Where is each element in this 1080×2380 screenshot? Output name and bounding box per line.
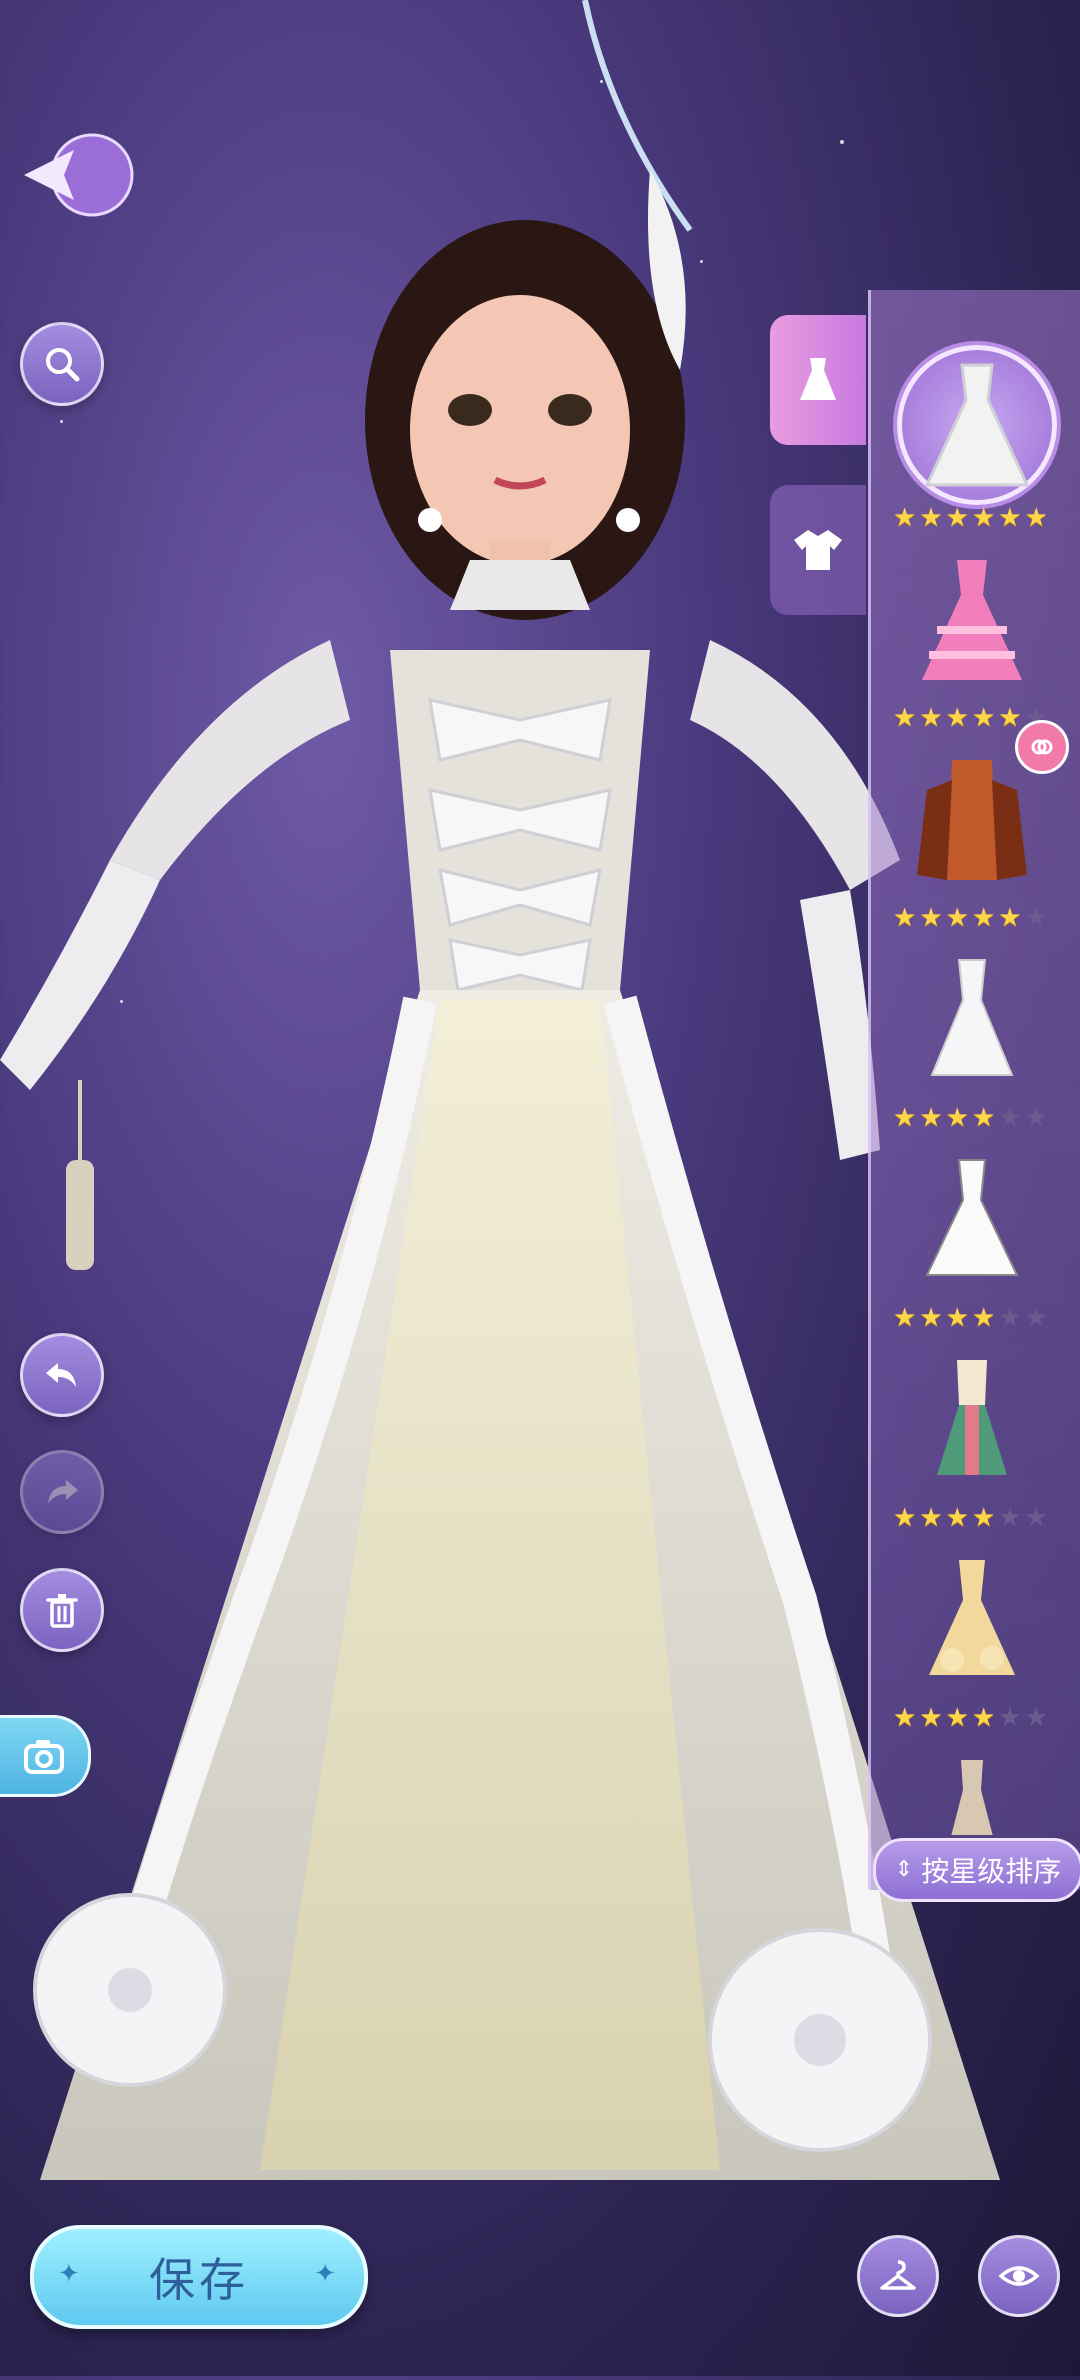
- view-button[interactable]: [978, 2235, 1060, 2317]
- star-filled-icon: ★: [893, 1303, 917, 1333]
- star-filled-icon: ★: [998, 903, 1022, 933]
- star-filled-icon: ★: [971, 703, 996, 733]
- item-thumbnail: [897, 1545, 1047, 1695]
- sparkle-icon: ✦: [58, 2259, 84, 2289]
- star-rating: ★ ★ ★ ★ ★ ★: [893, 1505, 1048, 1531]
- item-white-ball-gown[interactable]: ★ ★ ★ ★ ★ ★: [875, 345, 1075, 545]
- star-filled-icon: ★: [919, 503, 943, 533]
- tab-dress[interactable]: [770, 315, 866, 445]
- star-rating: ★ ★ ★ ★ ★ ★: [893, 905, 1048, 931]
- delete-button[interactable]: [20, 1568, 104, 1652]
- search-icon: [46, 348, 80, 382]
- star-filled-icon: ★: [893, 1503, 917, 1533]
- back-button[interactable]: [14, 130, 134, 220]
- item-thumbnail: [897, 1145, 1047, 1295]
- camera-icon: [24, 1740, 64, 1774]
- sparkle-icon: ✦: [314, 2259, 340, 2289]
- star-filled-icon: ★: [893, 1103, 917, 1133]
- star-rating: ★ ★ ★ ★ ★ ★: [893, 1705, 1048, 1731]
- item-thumbnail: [897, 745, 1047, 895]
- item-thumbnail: [897, 345, 1057, 505]
- star-filled-icon: ★: [893, 503, 917, 533]
- dress-thumbnail-icon: [937, 1360, 1007, 1475]
- item-copper-robe[interactable]: ★ ★ ★ ★ ★ ★: [875, 720, 1075, 945]
- item-thumbnail: [897, 945, 1047, 1095]
- star-filled-icon: ★: [971, 503, 996, 533]
- redo-button[interactable]: [20, 1450, 104, 1534]
- star-filled-icon: ★: [919, 1303, 943, 1333]
- star-rating: ★ ★ ★ ★ ★ ★: [893, 505, 1048, 531]
- dress-thumbnail-icon: [929, 1560, 1015, 1675]
- star-filled-icon: ★: [919, 903, 943, 933]
- star-empty-icon: ★: [998, 1703, 1022, 1733]
- star-filled-icon: ★: [945, 1503, 969, 1533]
- redo-icon: [48, 1480, 78, 1504]
- item-gold-rose-gown[interactable]: ★ ★ ★ ★ ★ ★: [875, 1545, 1075, 1745]
- item-white-gown[interactable]: ★ ★ ★ ★ ★ ★: [875, 1145, 1075, 1345]
- star-empty-icon: ★: [1024, 1503, 1048, 1533]
- dress-thumbnail-icon: [930, 959, 1014, 1076]
- trash-icon: [46, 1594, 78, 1628]
- star-empty-icon: ★: [1024, 1303, 1048, 1333]
- star-filled-icon: ★: [945, 703, 969, 733]
- star-empty-icon: ★: [998, 1503, 1022, 1533]
- dress-thumbnail-icon: [922, 560, 1022, 680]
- star-filled-icon: ★: [945, 1703, 969, 1733]
- star-filled-icon: ★: [945, 1303, 969, 1333]
- star-filled-icon: ★: [893, 703, 917, 733]
- star-filled-icon: ★: [1024, 503, 1048, 533]
- item-thumbnail: [897, 545, 1047, 695]
- dress-icon: [800, 358, 836, 400]
- star-rating: ★ ★ ★ ★ ★ ★: [893, 1105, 1048, 1131]
- star-filled-icon: ★: [945, 1103, 969, 1133]
- item-pink-tiered-gown[interactable]: ★ ★ ★ ★ ★ ★: [875, 545, 1075, 745]
- sort-label: 按星级排序: [921, 1855, 1062, 1888]
- star-filled-icon: ★: [919, 703, 943, 733]
- star-filled-icon: ★: [893, 903, 917, 933]
- back-arrow-icon: [24, 133, 134, 217]
- star-filled-icon: ★: [919, 1503, 943, 1533]
- star-filled-icon: ★: [998, 703, 1022, 733]
- star-empty-icon: ★: [998, 1103, 1022, 1133]
- dress-thumbnail-icon: [917, 760, 1027, 880]
- sort-icon: ⇕: [894, 1857, 914, 1882]
- tab-top[interactable]: [770, 485, 866, 615]
- star-filled-icon: ★: [998, 503, 1022, 533]
- item-thumbnail: [897, 1745, 1047, 1835]
- star-filled-icon: ★: [971, 903, 996, 933]
- star-rating: ★ ★ ★ ★ ★ ★: [893, 1305, 1048, 1331]
- save-label: 保存: [149, 2253, 249, 2307]
- star-filled-icon: ★: [919, 1103, 943, 1133]
- undo-icon: [46, 1363, 76, 1387]
- camera-button[interactable]: [0, 1715, 91, 1797]
- eye-icon: [998, 2266, 1040, 2286]
- sort-by-stars-button[interactable]: ⇕ 按星级排序: [873, 1838, 1080, 1902]
- star-empty-icon: ★: [998, 1303, 1022, 1333]
- star-filled-icon: ★: [945, 503, 969, 533]
- item-beige-dress[interactable]: [875, 1745, 1075, 1835]
- star-filled-icon: ★: [919, 1703, 943, 1733]
- star-empty-icon: ★: [1024, 1103, 1048, 1133]
- star-filled-icon: ★: [971, 1303, 996, 1333]
- hanger-icon: [880, 2260, 916, 2290]
- star-filled-icon: ★: [971, 1703, 996, 1733]
- search-button[interactable]: [20, 322, 104, 406]
- star-filled-icon: ★: [893, 1703, 917, 1733]
- save-button[interactable]: ✦ 保存 ✦: [30, 2225, 368, 2329]
- star-filled-icon: ★: [971, 1503, 996, 1533]
- star-filled-icon: ★: [945, 903, 969, 933]
- star-empty-icon: ★: [1024, 903, 1048, 933]
- dress-thumbnail-icon: [951, 1760, 993, 1835]
- wardrobe-button[interactable]: [857, 2235, 939, 2317]
- item-folk-dress[interactable]: ★ ★ ★ ★ ★ ★: [875, 1345, 1075, 1545]
- star-empty-icon: ★: [1024, 1703, 1048, 1733]
- dress-thumbnail-icon: [924, 363, 1030, 487]
- item-white-lace-dress[interactable]: ★ ★ ★ ★ ★ ★: [875, 945, 1075, 1145]
- star-filled-icon: ★: [971, 1103, 996, 1133]
- top-icon: [794, 530, 842, 570]
- item-thumbnail: [897, 1345, 1047, 1495]
- undo-button[interactable]: [20, 1333, 104, 1417]
- dress-thumbnail-icon: [925, 1159, 1019, 1276]
